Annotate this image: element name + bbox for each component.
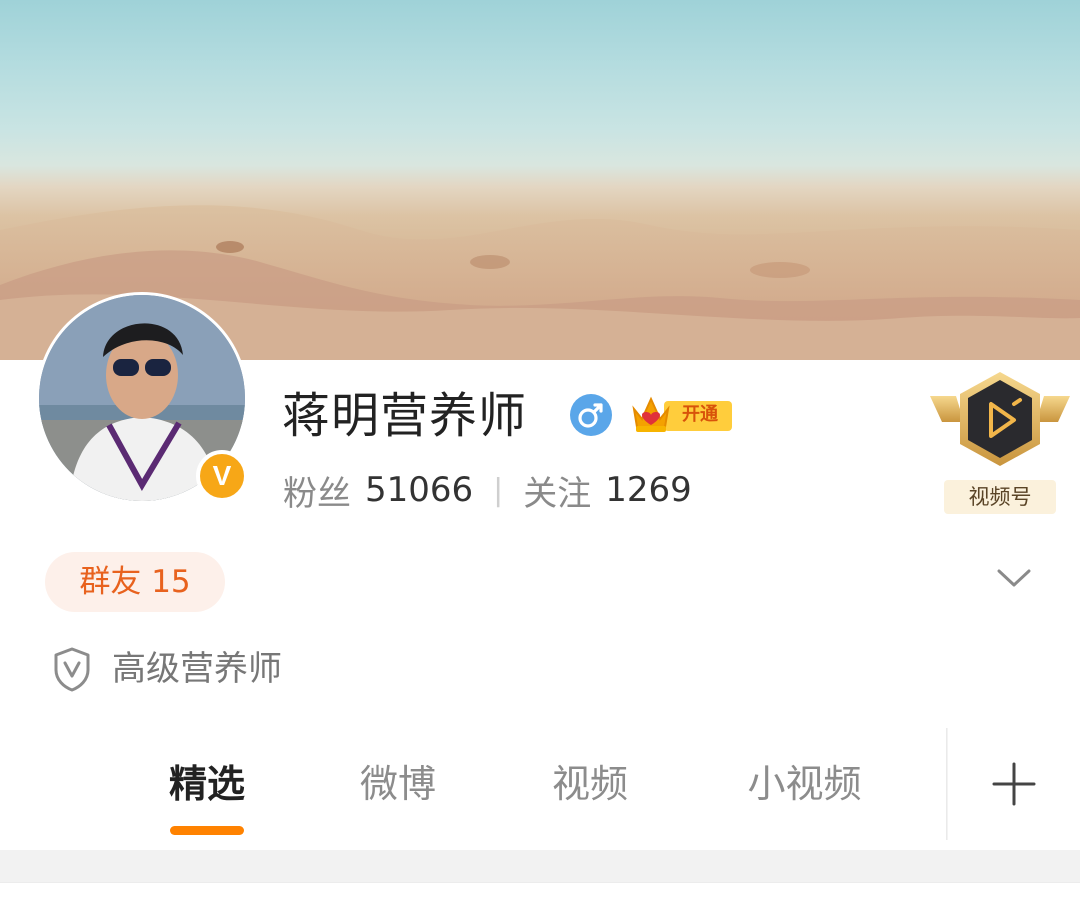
profile-tabs: 精选 微博 视频 小视频 (0, 738, 948, 848)
male-icon (570, 394, 612, 436)
profile-name: 蒋明营养师 (282, 388, 528, 444)
video-channel-label[interactable]: 视频号 (944, 480, 1056, 514)
group-members-button[interactable]: 群友 15 (45, 552, 225, 612)
certification-text: 高级营养师 (112, 649, 282, 689)
tab-divider (946, 728, 948, 840)
tab-weibo[interactable]: 微博 (353, 758, 443, 810)
vip-open-label[interactable]: 开通 (670, 402, 730, 428)
plus-icon[interactable] (990, 760, 1038, 808)
follow-count[interactable]: 1269 (605, 470, 692, 510)
tab-featured[interactable]: 精选 (162, 758, 252, 810)
verified-badge-icon: V (196, 450, 248, 502)
tab-short-video[interactable]: 小视频 (737, 758, 872, 810)
stats-separator: | (493, 472, 504, 508)
active-tab-indicator (170, 826, 244, 835)
profile-stats: 粉丝 51066 | 关注 1269 (283, 466, 692, 514)
follow-label[interactable]: 关注 (523, 466, 591, 515)
tab-video[interactable]: 视频 (545, 758, 635, 810)
feed-top-edge (0, 882, 1080, 901)
section-divider (0, 850, 1080, 882)
fans-label[interactable]: 粉丝 (283, 466, 351, 515)
chevron-down-icon[interactable] (996, 566, 1032, 590)
shield-verified-icon (54, 647, 90, 692)
fans-count[interactable]: 51066 (365, 470, 473, 510)
